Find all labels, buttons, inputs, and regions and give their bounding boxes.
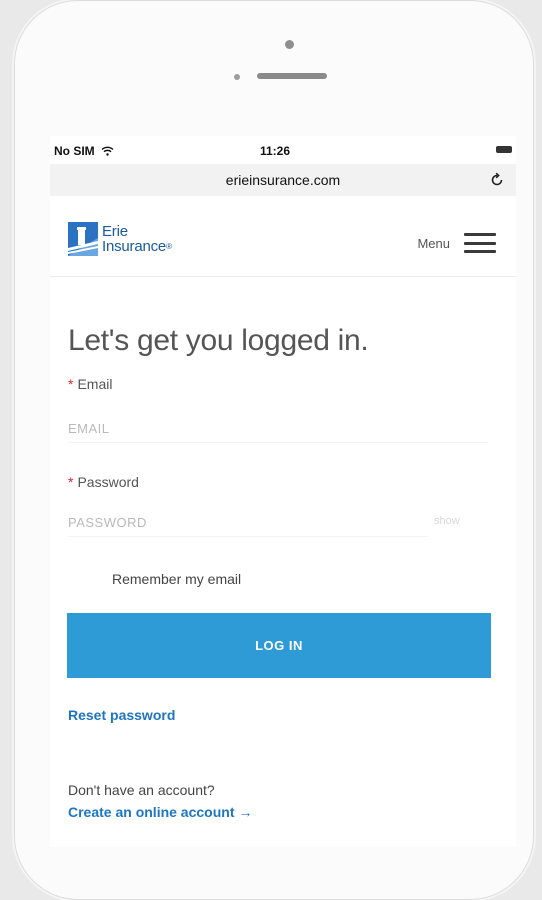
email-label-text: Email bbox=[77, 376, 113, 392]
earpiece-speaker bbox=[257, 73, 327, 79]
required-asterisk: * bbox=[68, 376, 74, 392]
create-account-label[interactable]: Create an online account bbox=[68, 804, 234, 820]
site-header: Erie Insurance® Menu bbox=[50, 198, 516, 277]
password-label: * Password bbox=[68, 474, 139, 490]
login-button[interactable]: LOG IN bbox=[67, 613, 491, 678]
registered-mark: ® bbox=[166, 242, 172, 251]
arrow-right-icon: → bbox=[238, 804, 253, 820]
menu-button[interactable]: Menu bbox=[417, 233, 496, 253]
battery-icon bbox=[496, 146, 512, 153]
show-password-toggle[interactable]: show bbox=[434, 515, 460, 527]
page-title: Let's get you logged in. bbox=[68, 324, 369, 357]
hamburger-icon[interactable] bbox=[464, 233, 496, 253]
logo-line1: Erie bbox=[102, 223, 128, 240]
logo-line2: Insurance bbox=[102, 238, 167, 255]
email-field[interactable] bbox=[68, 414, 488, 443]
remember-label[interactable]: Remember my email bbox=[112, 571, 241, 587]
proximity-sensor bbox=[234, 74, 240, 80]
menu-label[interactable]: Menu bbox=[417, 236, 450, 251]
carrier-label: No SIM bbox=[54, 144, 95, 158]
wifi-icon bbox=[101, 146, 114, 156]
clock: 11:26 bbox=[260, 144, 291, 158]
no-account-text: Don't have an account? bbox=[68, 782, 215, 798]
lighthouse-logo-icon bbox=[68, 222, 98, 256]
address-bar[interactable]: erieinsurance.com bbox=[50, 164, 516, 196]
remember-email-option[interactable]: Remember my email bbox=[68, 568, 368, 590]
email-label: * Email bbox=[68, 376, 112, 392]
phone-screen: No SIM 11:26 erieinsurance.com Erie Insu… bbox=[50, 136, 516, 847]
required-asterisk: * bbox=[68, 474, 74, 490]
password-label-text: Password bbox=[77, 474, 139, 490]
carrier-status: No SIM bbox=[54, 144, 114, 158]
status-bar: No SIM 11:26 bbox=[50, 136, 516, 164]
reload-icon[interactable] bbox=[488, 171, 506, 189]
logo-wordmark: Erie Insurance® bbox=[102, 224, 172, 254]
password-field[interactable] bbox=[68, 508, 428, 537]
remember-checkbox[interactable] bbox=[68, 570, 86, 588]
reset-password-link[interactable]: Reset password bbox=[68, 707, 175, 723]
url-text[interactable]: erieinsurance.com bbox=[50, 172, 516, 188]
erie-insurance-logo[interactable]: Erie Insurance® bbox=[68, 222, 208, 260]
create-account-link[interactable]: Create an online account → bbox=[68, 804, 252, 820]
front-camera bbox=[285, 40, 294, 49]
